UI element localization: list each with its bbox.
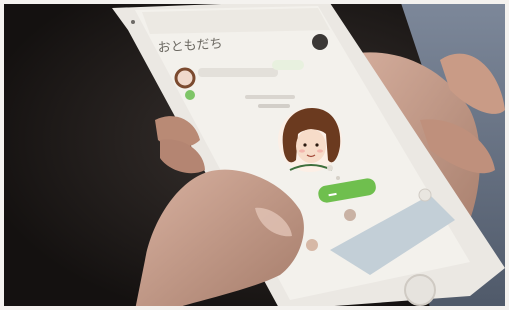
avatar-face (296, 129, 326, 163)
avatar-icon[interactable] (174, 67, 196, 89)
small-avatar-2 (306, 239, 318, 251)
caption-line-2 (258, 104, 290, 108)
corner-button[interactable] (418, 188, 432, 202)
cartoon-avatar (278, 108, 342, 172)
photo-scene: おともだち (0, 0, 509, 310)
small-avatar-1 (344, 209, 356, 221)
photo-illustration: おともだち (0, 0, 509, 310)
home-button[interactable] (404, 274, 436, 306)
tag-chip[interactable] (272, 60, 304, 70)
camera-dot (131, 20, 135, 24)
menu-icon[interactable] (312, 34, 328, 50)
search-bar[interactable] (198, 68, 278, 77)
green-dot-icon (185, 90, 195, 100)
screen-header (142, 8, 330, 34)
caption-line-1 (245, 95, 295, 99)
